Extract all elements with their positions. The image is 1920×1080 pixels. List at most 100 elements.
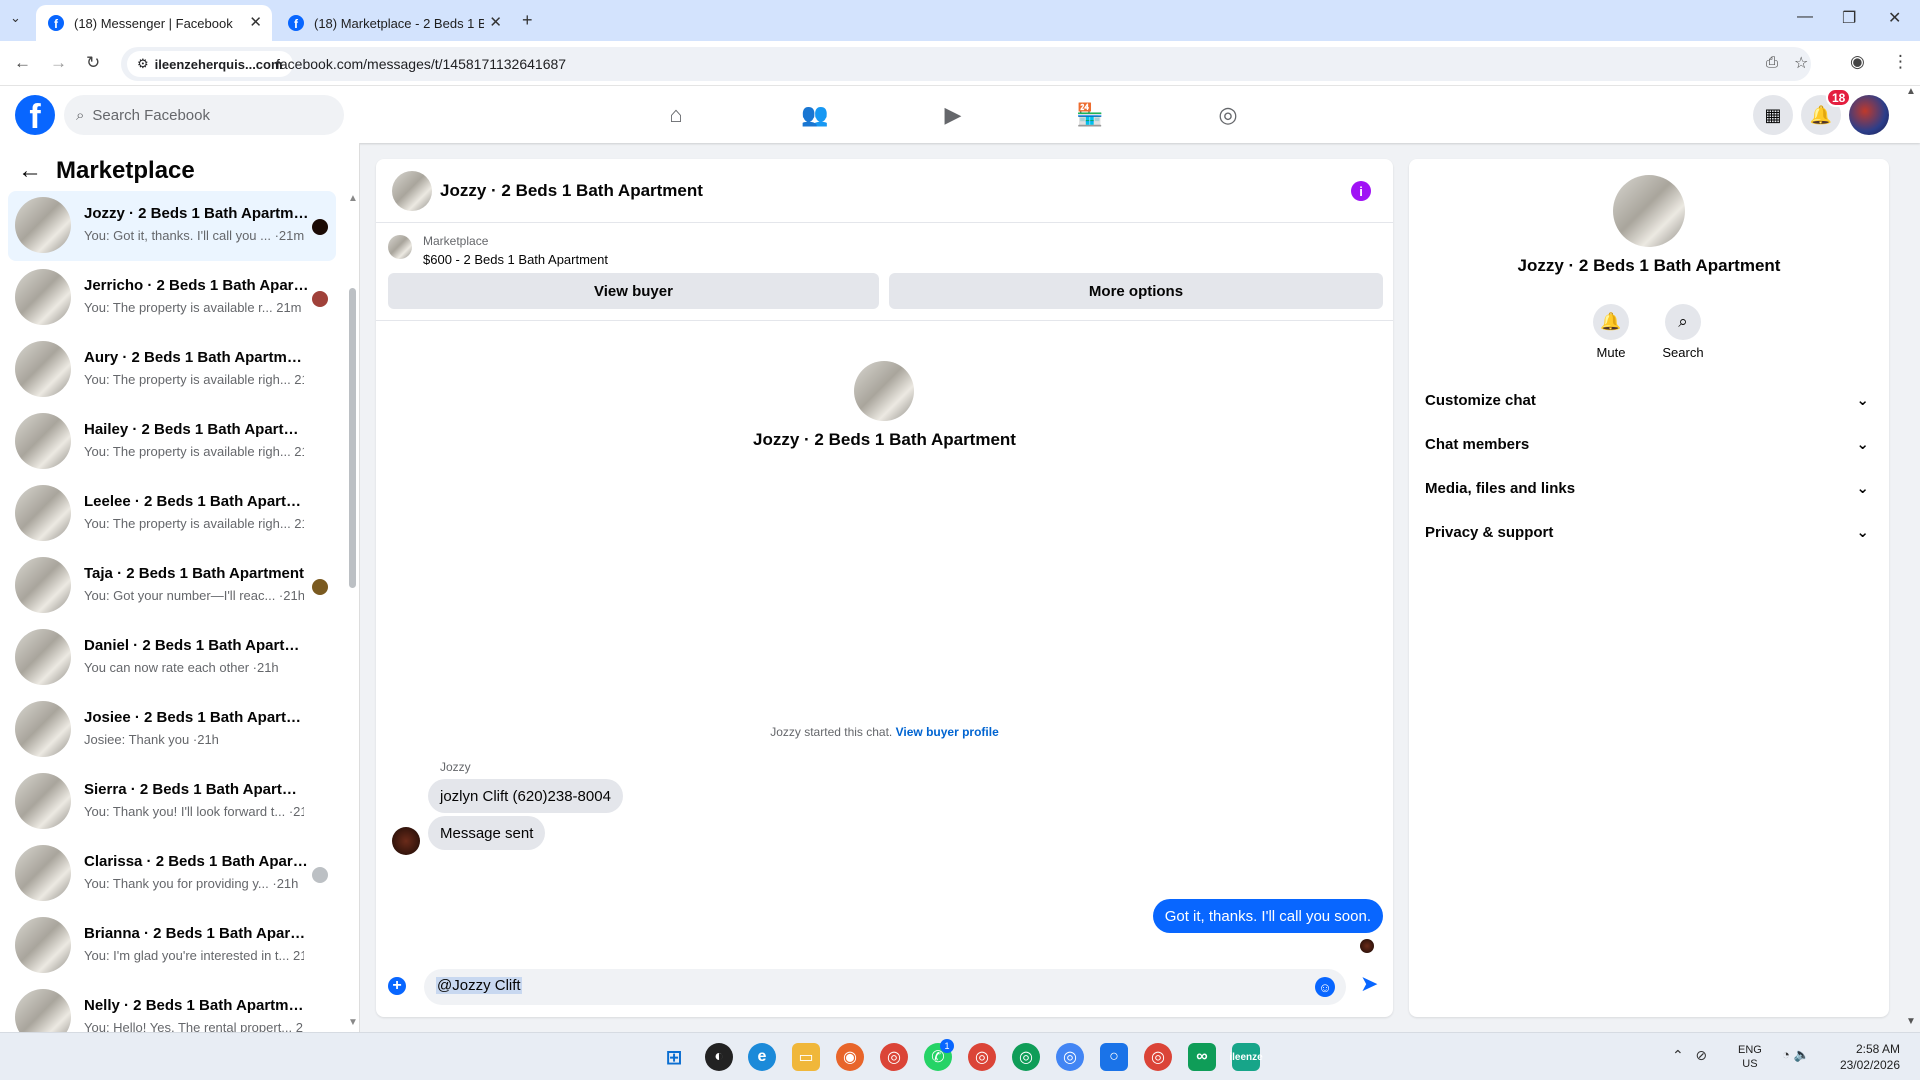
reload-icon[interactable]: ↻ (86, 53, 100, 73)
back-icon[interactable]: ← (14, 53, 31, 73)
clock[interactable]: 2:58 AM 23/02/2026 (1820, 1041, 1900, 1073)
page-scroll-up-icon[interactable]: ▲ (1906, 86, 1916, 97)
conversation-item[interactable]: Taja · 2 Beds 1 Bath Apartment You: Got y… (8, 551, 336, 621)
listing-title[interactable]: $600 - 2 Beds 1 Bath Apartment (423, 252, 608, 267)
conversation-name: Leelee · 2 Beds 1 Bath Apartment (84, 493, 309, 510)
profile-icon[interactable]: ◉ (1850, 52, 1865, 72)
windows-taskbar: ⊞ ◐ e ▭ ◉ ◎ ✆ 1 ◎ ◎ ◎ ○ ◎ ∞ ileenze ⌃ ⊘ … (0, 1032, 1920, 1080)
video-icon[interactable]: ▶ (935, 97, 971, 133)
install-app-icon[interactable]: ⎙ (1766, 54, 1778, 71)
conversation-preview: You: The property is available r... 21m (84, 300, 302, 315)
facebook-logo-icon[interactable]: f (15, 95, 55, 135)
site-chip-label: ileenzeherquis...com (154, 56, 283, 72)
info-avatar[interactable] (1613, 175, 1685, 247)
menu-grid-icon[interactable]: ▦ (1753, 95, 1793, 135)
emoji-icon[interactable]: ☺ (1315, 977, 1335, 997)
conversation-item[interactable]: Nelly · 2 Beds 1 Bath Apartment You: Hell… (8, 983, 336, 1032)
customize-chat-section[interactable]: Customize chat ⌄ (1425, 380, 1873, 420)
minimize-icon[interactable]: — (1797, 8, 1813, 26)
tab-search-chevron-icon[interactable]: ⌄ (10, 10, 21, 26)
message-input[interactable]: @Jozzy Clift ☺ (424, 969, 1346, 1005)
add-attachment-icon[interactable]: + (388, 977, 406, 995)
info-name: Jozzy · 2 Beds 1 Bath Apartment (1517, 256, 1781, 275)
bookmark-star-icon[interactable]: ☆ (1794, 53, 1808, 73)
forward-icon[interactable]: → (50, 53, 67, 73)
start-icon[interactable]: ⊞ (660, 1043, 688, 1071)
conversation-info-icon[interactable]: i (1351, 181, 1371, 201)
chat-members-section[interactable]: Chat members ⌄ (1425, 424, 1873, 464)
active-app-icon[interactable]: ileenze (1229, 1043, 1263, 1071)
incoming-message[interactable]: Message sent (428, 816, 546, 850)
conversation-thumbnail (15, 845, 71, 901)
conversation-item[interactable]: Daniel · 2 Beds 1 Bath Apartment You can … (8, 623, 336, 693)
chrome-icon[interactable]: ◎ (880, 1043, 908, 1071)
tab-messenger[interactable]: f (18) Messenger | Facebook ✕ (36, 5, 272, 41)
app-icon[interactable]: ○ (1100, 1043, 1128, 1071)
conversation-item[interactable]: Aury · 2 Beds 1 Bath Apartment You: The p… (8, 335, 336, 405)
chrome-profile-icon[interactable]: ◎ (1144, 1043, 1172, 1071)
chat-avatar[interactable] (392, 171, 432, 211)
listing-thumbnail (388, 235, 412, 259)
more-options-button[interactable]: More options (889, 273, 1383, 309)
sidebar-scrollbar[interactable] (349, 288, 356, 588)
close-tab-icon[interactable]: ✕ (489, 13, 502, 31)
media-files-links-section[interactable]: Media, files and links ⌄ (1425, 468, 1873, 508)
site-info-chip[interactable]: ⚙ ileenzeherquis...com (127, 51, 293, 77)
restore-icon[interactable]: ❐ (1842, 8, 1856, 28)
search-icon[interactable]: ⌕ (1665, 304, 1701, 340)
system-tray-icons[interactable]: ⌃ ⊘ (1672, 1047, 1707, 1064)
send-icon[interactable]: ➤ (1360, 971, 1378, 997)
tab-marketplace[interactable]: f (18) Marketplace - 2 Beds 1 Bat ✕ (276, 5, 512, 41)
conversation-item[interactable]: Clarissa · 2 Beds 1 Bath Apart... You: Th… (8, 839, 336, 909)
scroll-up-icon[interactable]: ▲ (348, 193, 358, 204)
account-avatar[interactable] (1849, 95, 1889, 135)
conversation-item[interactable]: Jerricho · 2 Beds 1 Bath Apart... You: Th… (8, 263, 336, 333)
omnibox[interactable]: ⚙ ileenzeherquis...com facebook.com/mess… (121, 47, 1811, 81)
browser-menu-icon[interactable]: ⋮ (1892, 52, 1909, 72)
input-language[interactable]: ENG US (1738, 1043, 1762, 1071)
close-tab-icon[interactable]: ✕ (249, 13, 262, 31)
conversation-name: Aury · 2 Beds 1 Bath Apartment (84, 349, 309, 366)
sender-avatar[interactable] (392, 827, 420, 855)
url-text[interactable]: facebook.com/messages/t/1458171132641687 (276, 56, 566, 72)
groups-icon[interactable]: ◎ (1210, 97, 1246, 133)
section-label: Privacy & support (1425, 523, 1554, 541)
chrome-profile-icon[interactable]: ◎ (968, 1043, 996, 1071)
facebook-header: f ⌕ Search Facebook ⌂ 👥 ▶ 🏪 ◎ ▦ 🔔 18 (0, 86, 1920, 143)
conversation-name: Clarissa · 2 Beds 1 Bath Apart... (84, 853, 309, 870)
incoming-message[interactable]: jozlyn Clift (620)238-8004 (428, 779, 623, 813)
wifi-volume-icon[interactable]: ◔ 🔈 (1782, 1047, 1810, 1063)
conversation-item[interactable]: Josiee · 2 Beds 1 Bath Apartment Josiee: … (8, 695, 336, 765)
scroll-down-icon[interactable]: ▼ (348, 1017, 358, 1028)
home-icon[interactable]: ⌂ (658, 97, 694, 133)
conversation-item[interactable]: Hailey · 2 Beds 1 Bath Apartment You: The… (8, 407, 336, 477)
firefox-icon[interactable]: ◉ (836, 1043, 864, 1071)
view-buyer-button[interactable]: View buyer (388, 273, 879, 309)
friends-icon[interactable]: 👥 (797, 97, 833, 133)
edge-icon[interactable]: e (748, 1043, 776, 1071)
privacy-support-section[interactable]: Privacy & support ⌄ (1425, 512, 1873, 552)
chat-title[interactable]: Jozzy · 2 Beds 1 Bath Apartment (440, 181, 703, 201)
page-scroll-down-icon[interactable]: ▼ (1906, 1016, 1916, 1027)
conversation-item[interactable]: Jozzy · 2 Beds 1 Bath Apartment You: Got … (8, 191, 336, 261)
back-arrow-icon[interactable]: ← (18, 157, 42, 185)
conversation-item[interactable]: Brianna · 2 Beds 1 Bath Apartment You: I'… (8, 911, 336, 981)
app-icon[interactable]: ◐ (705, 1043, 733, 1071)
chrome-profile-icon[interactable]: ◎ (1012, 1043, 1040, 1071)
mute-bell-icon[interactable]: 🔔 (1593, 304, 1629, 340)
search-icon: ⌕ (76, 106, 85, 124)
file-explorer-icon[interactable]: ▭ (792, 1043, 820, 1071)
view-buyer-profile-link[interactable]: View buyer profile (896, 725, 999, 739)
conversation-name: Jozzy · 2 Beds 1 Bath Apartment (84, 205, 309, 222)
conversation-item[interactable]: Leelee · 2 Beds 1 Bath Apartment You: The… (8, 479, 336, 549)
chrome-profile-icon[interactable]: ◎ (1056, 1043, 1084, 1071)
outgoing-message[interactable]: Got it, thanks. I'll call you soon. (1152, 899, 1383, 933)
conversation-preview: You: I'm glad you're interested in t... … (84, 948, 304, 963)
new-tab-icon[interactable]: + (522, 10, 533, 31)
app-icon[interactable]: ∞ (1188, 1043, 1216, 1071)
marketplace-icon[interactable]: 🏪 (1072, 97, 1108, 133)
conversation-name: Sierra · 2 Beds 1 Bath Apartment (84, 781, 309, 798)
search-facebook-input[interactable]: ⌕ Search Facebook (64, 95, 344, 135)
close-window-icon[interactable]: ✕ (1888, 8, 1901, 28)
conversation-item[interactable]: Sierra · 2 Beds 1 Bath Apartment You: Tha… (8, 767, 336, 837)
